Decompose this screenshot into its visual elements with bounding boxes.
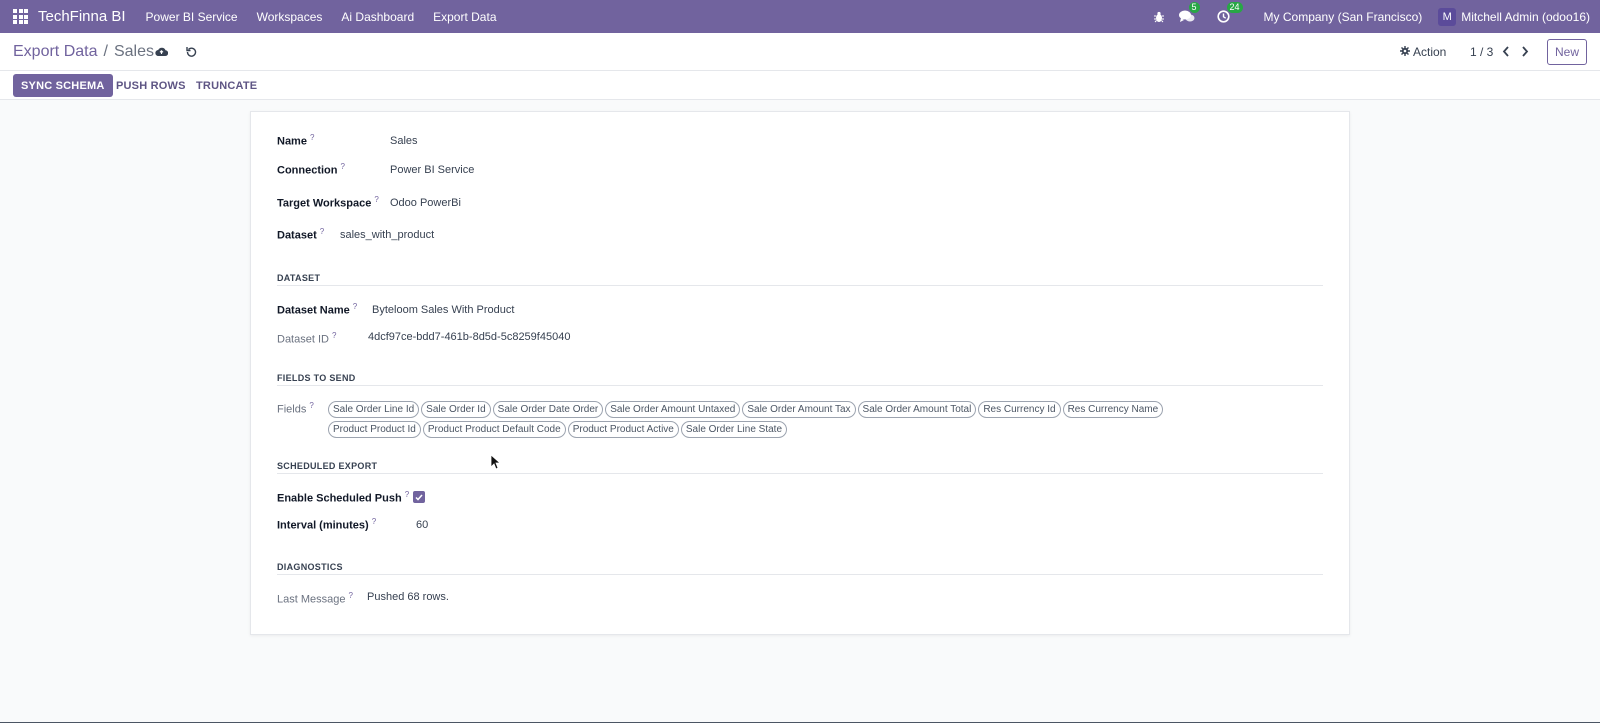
dataset-field[interactable]: sales_with_product — [340, 229, 434, 241]
section-divider — [277, 285, 1323, 286]
field-tag[interactable]: Sale Order Amount Untaxed — [605, 401, 741, 418]
enable-scheduled-push-checkbox[interactable] — [413, 491, 425, 503]
breadcrumb: Export Data / Sales — [13, 43, 154, 61]
push-rows-button[interactable]: PUSH ROWS — [108, 74, 194, 97]
section-divider — [277, 473, 1323, 474]
section-dataset-title: DATASET — [277, 273, 321, 283]
messages-count-badge: 5 — [1188, 2, 1200, 13]
user-menu[interactable]: Mitchell Admin (odoo16) — [1461, 10, 1590, 24]
breadcrumb-separator: / — [103, 43, 108, 60]
form-sheet — [250, 111, 1350, 635]
activities-count-badge: 24 — [1226, 2, 1243, 13]
help-marker[interactable]: ? — [341, 162, 345, 171]
fields-tags: Sale Order Line Id Sale Order Id Sale Or… — [328, 401, 1228, 438]
sync-schema-button[interactable]: SYNC SCHEMA — [13, 74, 113, 97]
help-marker[interactable]: ? — [374, 195, 378, 204]
help-marker[interactable]: ? — [320, 227, 324, 236]
checkmark-icon — [415, 494, 423, 501]
interval-label: Interval (minutes)? — [277, 517, 377, 532]
top-navbar: TechFinna BI Power BI Service Workspaces… — [0, 0, 1600, 33]
help-marker[interactable]: ? — [372, 517, 376, 526]
field-tag[interactable]: Res Currency Id — [978, 401, 1061, 418]
control-panel: Export Data / Sales Action 1 / 3 New — [0, 33, 1600, 71]
section-divider — [277, 385, 1323, 386]
name-field[interactable]: Sales — [390, 135, 418, 147]
last-message-label: Last Message? — [277, 591, 353, 606]
messages-icon[interactable]: 5 — [1178, 2, 1200, 23]
activities-clock-icon[interactable]: 24 — [1216, 2, 1243, 23]
connection-label: Connection? — [277, 162, 345, 177]
fields-label: Fields? — [277, 401, 314, 416]
breadcrumb-parent[interactable]: Export Data — [13, 43, 97, 61]
pager-previous-icon[interactable] — [1502, 45, 1510, 60]
mouse-pointer-icon — [490, 454, 502, 473]
section-fields-title: FIELDS TO SEND — [277, 373, 356, 383]
enable-scheduled-push-label: Enable Scheduled Push? — [277, 490, 410, 505]
help-marker[interactable]: ? — [332, 331, 336, 340]
section-divider — [277, 574, 1323, 575]
help-marker[interactable]: ? — [348, 591, 352, 600]
section-diagnostics-title: DIAGNOSTICS — [277, 562, 343, 572]
help-marker[interactable]: ? — [405, 490, 409, 499]
field-tag[interactable]: Product Product Active — [567, 421, 679, 438]
truncate-button[interactable]: TRUNCATE — [188, 74, 265, 97]
new-record-button[interactable]: New — [1547, 39, 1587, 65]
pager-next-icon[interactable] — [1521, 45, 1529, 60]
target-workspace-field[interactable]: Odoo PowerBi — [390, 197, 461, 209]
help-marker[interactable]: ? — [310, 133, 314, 142]
dataset-id-label: Dataset ID? — [277, 331, 337, 346]
pager-value[interactable]: 1 / 3 — [1470, 45, 1493, 59]
field-tag[interactable]: Sale Order Line Id — [328, 401, 420, 418]
menu-export-data[interactable]: Export Data — [433, 10, 496, 24]
section-scheduled-title: SCHEDULED EXPORT — [277, 461, 378, 471]
menu-ai-dashboard[interactable]: Ai Dashboard — [341, 10, 414, 24]
field-tag[interactable]: Sale Order Amount Tax — [742, 401, 856, 418]
menu-power-bi-service[interactable]: Power BI Service — [146, 10, 238, 24]
dataset-name-label: Dataset Name? — [277, 302, 358, 317]
breadcrumb-current: Sales — [113, 43, 154, 60]
name-label: Name? — [277, 133, 315, 148]
dataset-label: Dataset? — [277, 227, 325, 242]
action-menu-button[interactable]: Action — [1400, 45, 1446, 59]
dataset-name-field[interactable]: Byteloom Sales With Product — [372, 304, 514, 316]
app-brand[interactable]: TechFinna BI — [38, 8, 126, 25]
form-button-bar: SYNC SCHEMA PUSH ROWS TRUNCATE — [0, 71, 1600, 100]
gear-icon — [1400, 45, 1410, 59]
field-tag[interactable]: Product Product Id — [328, 421, 421, 438]
connection-field[interactable]: Power BI Service — [390, 164, 474, 176]
debug-bug-icon[interactable] — [1153, 11, 1165, 23]
last-message-value: Pushed 68 rows. — [367, 591, 449, 603]
interval-field[interactable]: 60 — [416, 519, 428, 531]
field-tag[interactable]: Product Product Default Code — [422, 421, 566, 438]
field-tag[interactable]: Sale Order Amount Total — [857, 401, 977, 418]
target-workspace-label: Target Workspace? — [277, 195, 379, 210]
action-label: Action — [1413, 45, 1447, 59]
field-tag[interactable]: Res Currency Name — [1062, 401, 1164, 418]
menu-workspaces[interactable]: Workspaces — [257, 10, 323, 24]
company-switcher[interactable]: My Company (San Francisco) — [1264, 10, 1423, 24]
help-marker[interactable]: ? — [353, 302, 357, 311]
help-marker[interactable]: ? — [309, 401, 313, 410]
field-tag[interactable]: Sale Order Date Order — [492, 401, 604, 418]
user-avatar[interactable]: M — [1438, 7, 1457, 26]
discard-undo-icon[interactable] — [186, 45, 197, 60]
apps-menu-icon[interactable] — [13, 9, 28, 24]
dataset-id-value: 4dcf97ce-bdd7-461b-8d5d-5c8259f45040 — [368, 331, 571, 343]
field-tag[interactable]: Sale Order Id — [421, 401, 491, 418]
field-tag[interactable]: Sale Order Line State — [680, 421, 788, 438]
save-cloud-icon[interactable] — [155, 45, 169, 60]
